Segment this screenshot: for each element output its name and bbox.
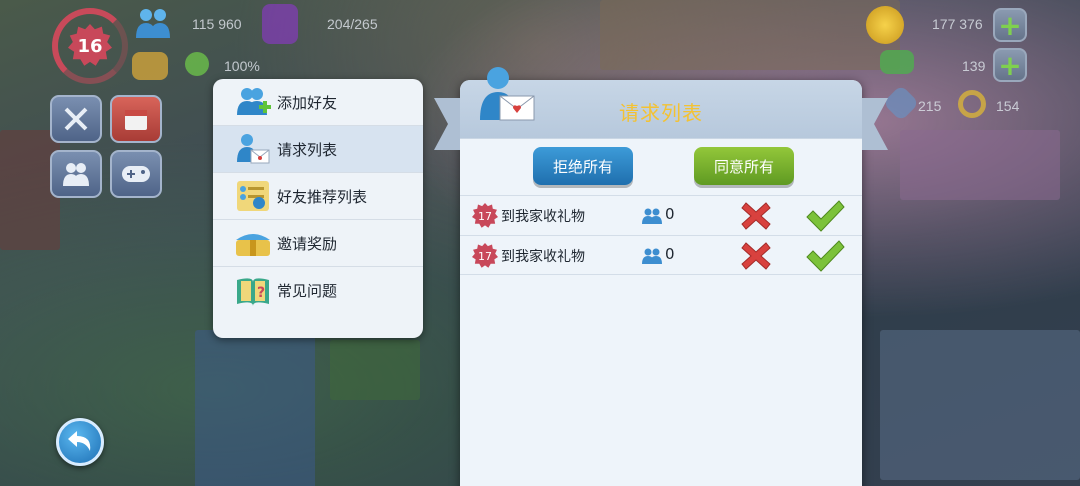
- games-button[interactable]: [110, 150, 162, 198]
- happiness-value: 100%: [224, 58, 260, 74]
- menu-item-invite-reward[interactable]: 邀请奖励: [213, 220, 423, 267]
- invite-reward-icon: [233, 225, 273, 261]
- requester-name: 到我家收礼物: [501, 209, 585, 225]
- storage-icon: [262, 4, 298, 44]
- requester-level-badge: 17: [472, 203, 498, 228]
- gamepad-icon: [122, 166, 150, 182]
- level-badge[interactable]: 16: [52, 8, 128, 84]
- reject-request-button[interactable]: [740, 240, 772, 272]
- calendar-icon: [125, 110, 147, 130]
- request-row: 17 到我家收礼物 0: [460, 235, 862, 275]
- menu-item-label: 请求列表: [277, 140, 338, 159]
- menu-item-label: 好友推荐列表: [277, 187, 368, 206]
- simcash-value: 139: [962, 58, 986, 74]
- add-simcash-button[interactable]: +: [993, 48, 1027, 82]
- background-district: [600, 0, 900, 70]
- back-arrow-icon: [68, 431, 91, 451]
- storage-value: 204/265: [327, 16, 378, 32]
- tools-icon: [64, 107, 88, 131]
- request-row: 17 到我家收礼物 0: [460, 195, 862, 235]
- request-list-header-icon: [478, 64, 538, 126]
- friends-menu: 添加好友 请求列表 好友推荐列表 邀请奖励 ? 常见问题: [213, 79, 423, 338]
- friends-count: 0: [665, 245, 675, 263]
- friends-icon: [63, 163, 89, 186]
- menu-item-add-friend[interactable]: 添加好友: [213, 79, 423, 126]
- menu-item-label: 邀请奖励: [277, 234, 338, 253]
- requester-level-badge: 17: [472, 243, 498, 268]
- friends-count-icon: [642, 208, 662, 224]
- reject-request-button[interactable]: [740, 200, 772, 232]
- accept-all-button[interactable]: 同意所有: [694, 147, 794, 185]
- keys-a-value: 215: [918, 98, 942, 114]
- reject-all-button[interactable]: 拒绝所有: [533, 147, 633, 185]
- requester-name: 到我家收礼物: [501, 249, 585, 265]
- happiness-icon: [185, 52, 209, 76]
- accept-request-button[interactable]: [805, 199, 845, 233]
- keys-b-value: 154: [996, 98, 1020, 114]
- background-trees: [330, 340, 420, 400]
- population-icon: [133, 6, 173, 40]
- friends-button[interactable]: [50, 150, 102, 198]
- crown-icon: [132, 52, 168, 80]
- calendar-button[interactable]: [110, 95, 162, 143]
- background-tower: [195, 330, 315, 486]
- menu-item-label: 常见问题: [277, 282, 338, 300]
- request-list-icon: [233, 131, 273, 167]
- menu-item-faq[interactable]: ? 常见问题: [213, 267, 423, 314]
- golden-key-icon: [958, 90, 986, 118]
- population-value: 115 960: [192, 16, 242, 32]
- request-list-panel: 请求列表 拒绝所有 同意所有 17 到我家收礼物 0 17 到我家收礼物 0: [434, 67, 888, 486]
- svg-text:?: ?: [257, 285, 265, 301]
- level-number: 16: [68, 24, 112, 66]
- add-friend-icon: [233, 84, 273, 120]
- menu-item-request-list[interactable]: 请求列表: [213, 126, 423, 173]
- recommend-list-icon: [233, 178, 273, 214]
- panel-body: 拒绝所有 同意所有 17 到我家收礼物 0 17 到我家收礼物 0: [460, 138, 862, 486]
- friends-count: 0: [665, 205, 675, 223]
- add-simoleons-button[interactable]: +: [993, 8, 1027, 42]
- friends-count-icon: [642, 248, 662, 264]
- menu-item-recommend-list[interactable]: 好友推荐列表: [213, 173, 423, 220]
- menu-item-label: 添加好友: [277, 93, 338, 112]
- faq-icon: ?: [233, 273, 273, 309]
- background-stadium: [880, 330, 1080, 480]
- simoleon-coin-icon: [866, 6, 904, 44]
- build-tools-button[interactable]: [50, 95, 102, 143]
- background-park: [900, 130, 1060, 200]
- blue-key-icon: [882, 84, 920, 122]
- simoleons-value: 177 376: [932, 16, 983, 32]
- back-button[interactable]: [56, 418, 104, 466]
- accept-request-button[interactable]: [805, 239, 845, 273]
- simcash-icon: [880, 50, 914, 74]
